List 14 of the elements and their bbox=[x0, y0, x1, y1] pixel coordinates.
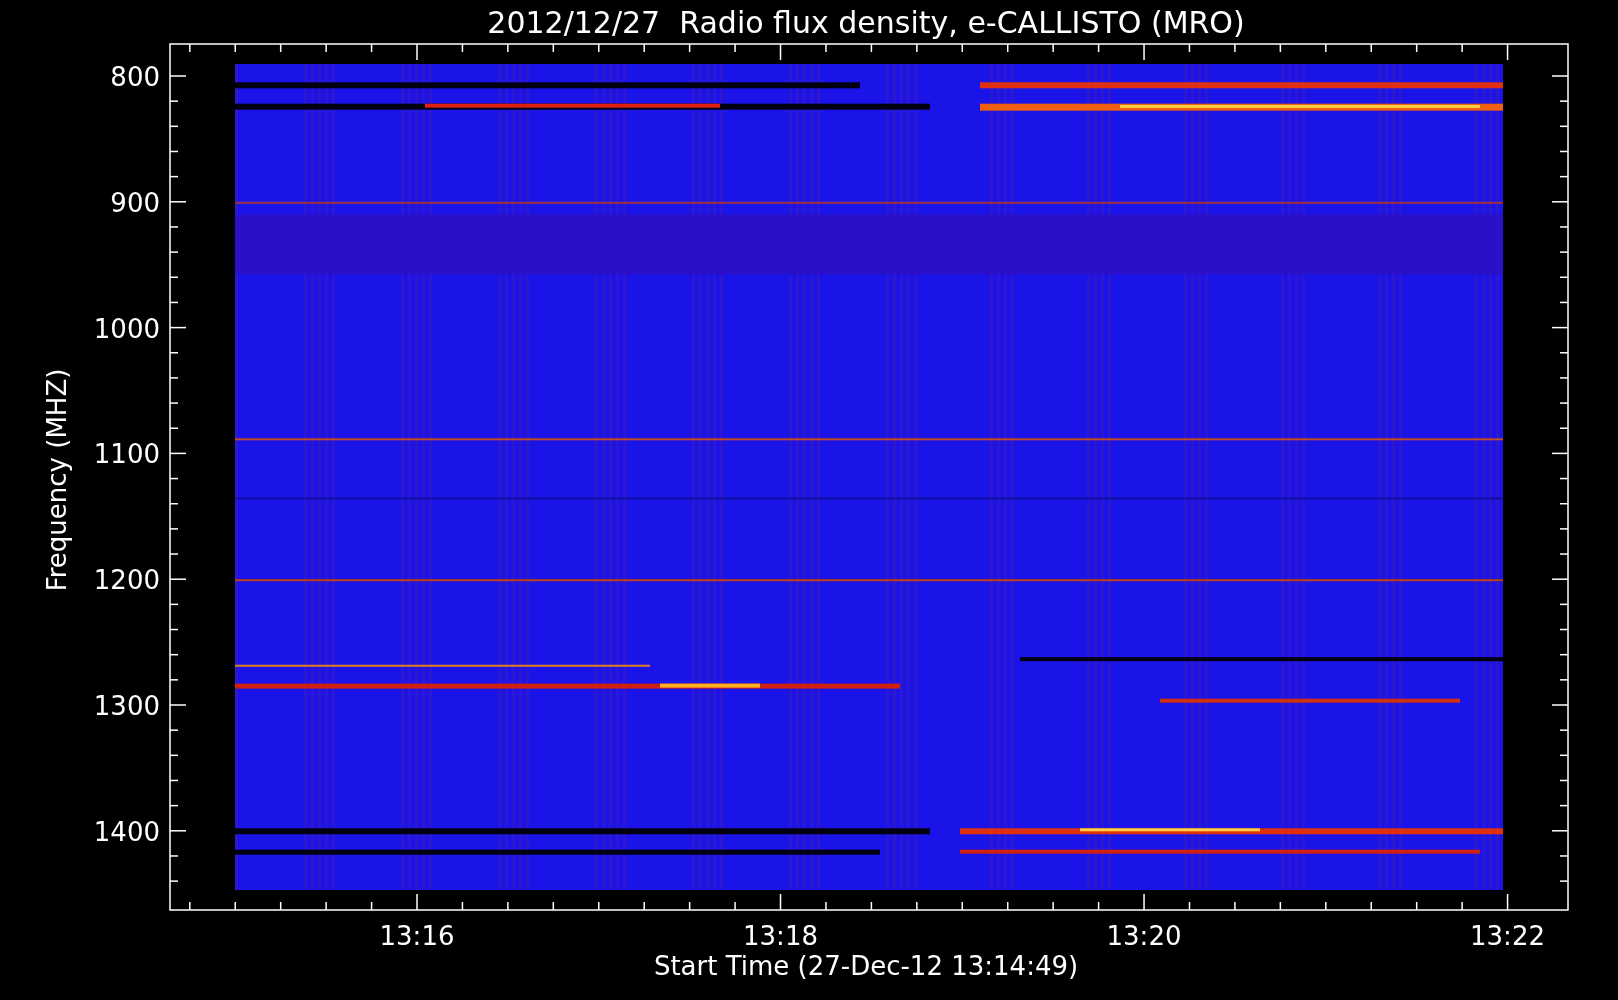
y-tick-label: 1400 bbox=[93, 816, 160, 847]
y-tick-label: 1100 bbox=[93, 439, 160, 470]
y-tick-label: 1200 bbox=[93, 565, 160, 596]
chart-title: 2012/12/27 Radio flux density, e-CALLISTO (MRO) bbox=[487, 5, 1245, 40]
x-axis-label: Start Time (27-Dec-12 13:14:49) bbox=[653, 951, 1079, 981]
y-tick-label: 1000 bbox=[93, 313, 160, 344]
y-tick-label: 900 bbox=[110, 187, 160, 218]
y-axis-label: Frequency (MHZ) bbox=[42, 368, 72, 592]
y-tick-label: 1300 bbox=[93, 691, 160, 721]
x-tick-label: 13:16 bbox=[379, 921, 455, 951]
x-tick-label: 13:18 bbox=[743, 921, 818, 951]
y-tick-label: 800 bbox=[110, 62, 160, 92]
x-tick-label: 13:22 bbox=[1470, 921, 1545, 951]
x-tick-label: 13:20 bbox=[1106, 921, 1182, 951]
